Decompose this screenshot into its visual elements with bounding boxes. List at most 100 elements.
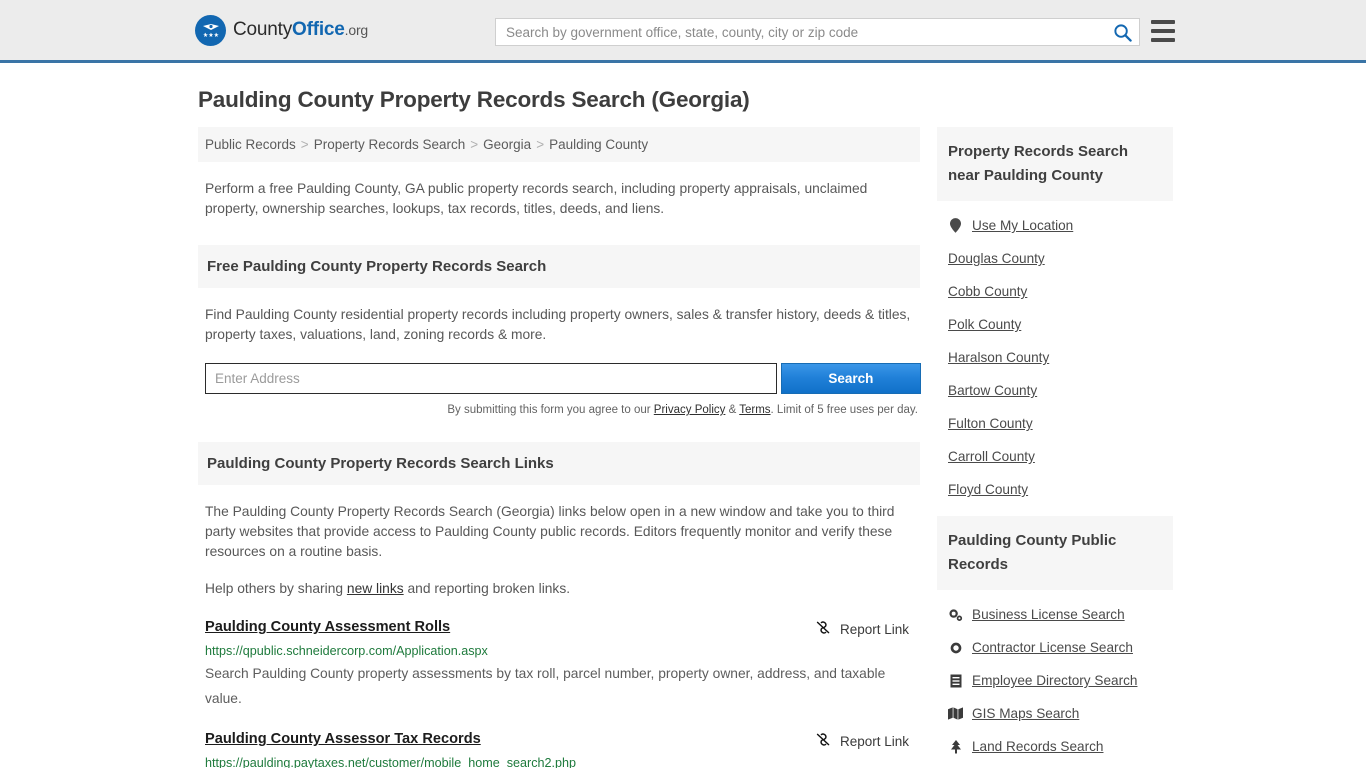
sidebar-item-land-records-search[interactable]: Land Records Search	[948, 730, 1173, 763]
sidebar-item-label[interactable]: Bartow County	[948, 383, 1037, 398]
sidebar-item-business-license-search[interactable]: Business License Search	[948, 598, 1173, 631]
sidebar-item-contractor-license-search[interactable]: Contractor License Search	[948, 631, 1173, 664]
intro-paragraph: Perform a free Paulding County, GA publi…	[205, 181, 868, 216]
sidebar-item-label[interactable]: Douglas County	[948, 251, 1045, 266]
hamburger-menu-icon[interactable]	[1151, 20, 1175, 42]
sidebar-item-label[interactable]: Contractor License Search	[972, 640, 1133, 655]
result-item: Paulding County Assessor Tax Records Rep…	[198, 731, 920, 768]
breadcrumb-item-property-records-search[interactable]: Property Records Search	[314, 137, 466, 152]
free-search-description: Find Paulding County residential propert…	[205, 307, 911, 342]
share-links-line: Help others by sharing new links and rep…	[198, 562, 920, 599]
page-container: Paulding County Property Records Search …	[0, 63, 1366, 768]
disclaimer-amp: &	[725, 404, 740, 416]
share-prefix: Help others by sharing	[205, 581, 347, 596]
report-link-button[interactable]: Report Link	[815, 619, 913, 639]
page-title: Paulding County Property Records Search …	[198, 87, 750, 112]
sidebar-item-use-my-location[interactable]: Use My Location	[948, 209, 1173, 242]
sidebar-public-records-list: Business License Search Contractor Licen…	[937, 590, 1173, 763]
report-link-label: Report Link	[839, 621, 909, 637]
cogs-icon	[948, 608, 963, 622]
sidebar-item-label[interactable]: Use My Location	[972, 218, 1073, 233]
main-column: Public Records > Property Records Search > G…	[198, 127, 921, 768]
terms-link[interactable]: Terms	[739, 404, 770, 416]
sidebar-item-label[interactable]: Business License Search	[972, 607, 1125, 622]
sidebar-item-label[interactable]: Carroll County	[948, 449, 1035, 464]
report-link-button[interactable]: Report Link	[815, 731, 913, 751]
content-row: Public Records > Property Records Search > G…	[198, 127, 1366, 768]
sidebar-public-records-heading: Paulding County Public Records	[937, 516, 1173, 590]
sidebar-public-records-box: Paulding County Public Records Business …	[937, 516, 1173, 763]
hamburger-bar	[1151, 29, 1175, 33]
sidebar-item-label[interactable]: Cobb County	[948, 284, 1027, 299]
sidebar-item-fulton-county[interactable]: Fulton County	[948, 407, 1173, 440]
search-button[interactable]: Search	[780, 363, 921, 394]
sidebar-item-haralson-county[interactable]: Haralson County	[948, 341, 1173, 374]
search-input[interactable]	[496, 19, 1105, 45]
sidebar-item-label[interactable]: Fulton County	[948, 416, 1033, 431]
sidebar-item-label[interactable]: GIS Maps Search	[972, 706, 1079, 721]
breadcrumb-separator: >	[300, 137, 309, 152]
sidebar-item-label[interactable]: Haralson County	[948, 350, 1049, 365]
breadcrumb-item-paulding-county[interactable]: Paulding County	[549, 137, 648, 152]
new-links-link[interactable]: new links	[347, 581, 404, 596]
search-icon[interactable]	[1105, 19, 1139, 45]
sidebar-item-cobb-county[interactable]: Cobb County	[948, 275, 1173, 308]
address-input[interactable]	[205, 363, 777, 394]
sidebar-item-label[interactable]: Floyd County	[948, 482, 1028, 497]
sidebar-item-label[interactable]: Employee Directory Search	[972, 673, 1137, 688]
result-description: Search Paulding County property assessme…	[205, 666, 886, 706]
sidebar-item-employee-directory-search[interactable]: Employee Directory Search	[948, 664, 1173, 697]
result-url[interactable]: https://qpublic.schneidercorp.com/Applic…	[205, 644, 913, 658]
result-item: Paulding County Assessment Rolls Report …	[198, 619, 920, 711]
breadcrumb-separator: >	[470, 137, 479, 152]
breadcrumb-item-georgia[interactable]: Georgia	[483, 137, 531, 152]
sidebar-item-douglas-county[interactable]: Douglas County	[948, 242, 1173, 275]
broken-link-icon	[815, 619, 832, 639]
broken-link-icon	[815, 731, 832, 751]
sidebar-item-label[interactable]: Polk County	[948, 317, 1021, 332]
sidebar-item-gis-maps-search[interactable]: GIS Maps Search	[948, 697, 1173, 730]
eagle-shield-logo-icon: ★★★	[195, 14, 226, 46]
sidebar-item-bartow-county[interactable]: Bartow County	[948, 374, 1173, 407]
disclaimer-prefix: By submitting this form you agree to our	[447, 404, 654, 416]
logo-text-office: Office	[292, 19, 345, 40]
form-disclaimer: By submitting this form you agree to our…	[198, 394, 921, 416]
sidebar-item-floyd-county[interactable]: Floyd County	[948, 473, 1173, 506]
tree-icon	[948, 739, 963, 754]
site-logo[interactable]: ★★★ CountyOffice.org	[195, 14, 368, 46]
links-section-heading: Paulding County Property Records Search …	[198, 442, 920, 485]
sidebar-item-carroll-county[interactable]: Carroll County	[948, 440, 1173, 473]
sidebar-nearby-heading: Property Records Search near Paulding Co…	[937, 127, 1173, 201]
logo-text-org: .org	[344, 22, 369, 38]
site-logo-text: CountyOffice.org	[233, 19, 368, 41]
result-title-link[interactable]: Paulding County Assessment Rolls	[205, 619, 450, 635]
map-icon	[948, 707, 963, 720]
share-suffix: and reporting broken links.	[403, 581, 571, 596]
result-title-link[interactable]: Paulding County Assessor Tax Records	[205, 731, 481, 747]
sidebar-item-polk-county[interactable]: Polk County	[948, 308, 1173, 341]
global-search-bar[interactable]	[495, 18, 1140, 46]
free-search-heading: Free Paulding County Property Records Se…	[198, 245, 920, 288]
disclaimer-suffix: . Limit of 5 free uses per day.	[770, 404, 918, 416]
breadcrumb: Public Records > Property Records Search > G…	[198, 127, 920, 162]
id-card-icon	[948, 674, 963, 688]
address-search-form: Search	[205, 363, 921, 394]
logo-text-county: County	[233, 19, 293, 40]
hamburger-bar	[1151, 38, 1175, 42]
breadcrumb-item-public-records[interactable]: Public Records	[205, 137, 296, 152]
links-section-paragraph: The Paulding County Property Records Sea…	[205, 504, 895, 559]
sidebar-item-label[interactable]: Land Records Search	[972, 739, 1103, 754]
map-pin-icon	[948, 218, 963, 233]
report-link-label: Report Link	[839, 733, 909, 749]
sidebar-nearby-box: Property Records Search near Paulding Co…	[937, 127, 1173, 506]
result-header: Paulding County Assessor Tax Records Rep…	[205, 731, 913, 751]
privacy-policy-link[interactable]: Privacy Policy	[654, 404, 726, 416]
result-url[interactable]: https://paulding.paytaxes.net/customer/m…	[205, 756, 913, 768]
cog-icon	[948, 641, 963, 655]
breadcrumb-separator: >	[536, 137, 545, 152]
result-header: Paulding County Assessment Rolls Report …	[205, 619, 913, 639]
sidebar-nearby-list: Use My Location Douglas County Cobb Coun…	[937, 201, 1173, 506]
svg-text:★★★: ★★★	[202, 32, 218, 39]
site-header: ★★★ CountyOffice.org	[0, 0, 1366, 63]
sidebar: Property Records Search near Paulding Co…	[937, 127, 1173, 768]
